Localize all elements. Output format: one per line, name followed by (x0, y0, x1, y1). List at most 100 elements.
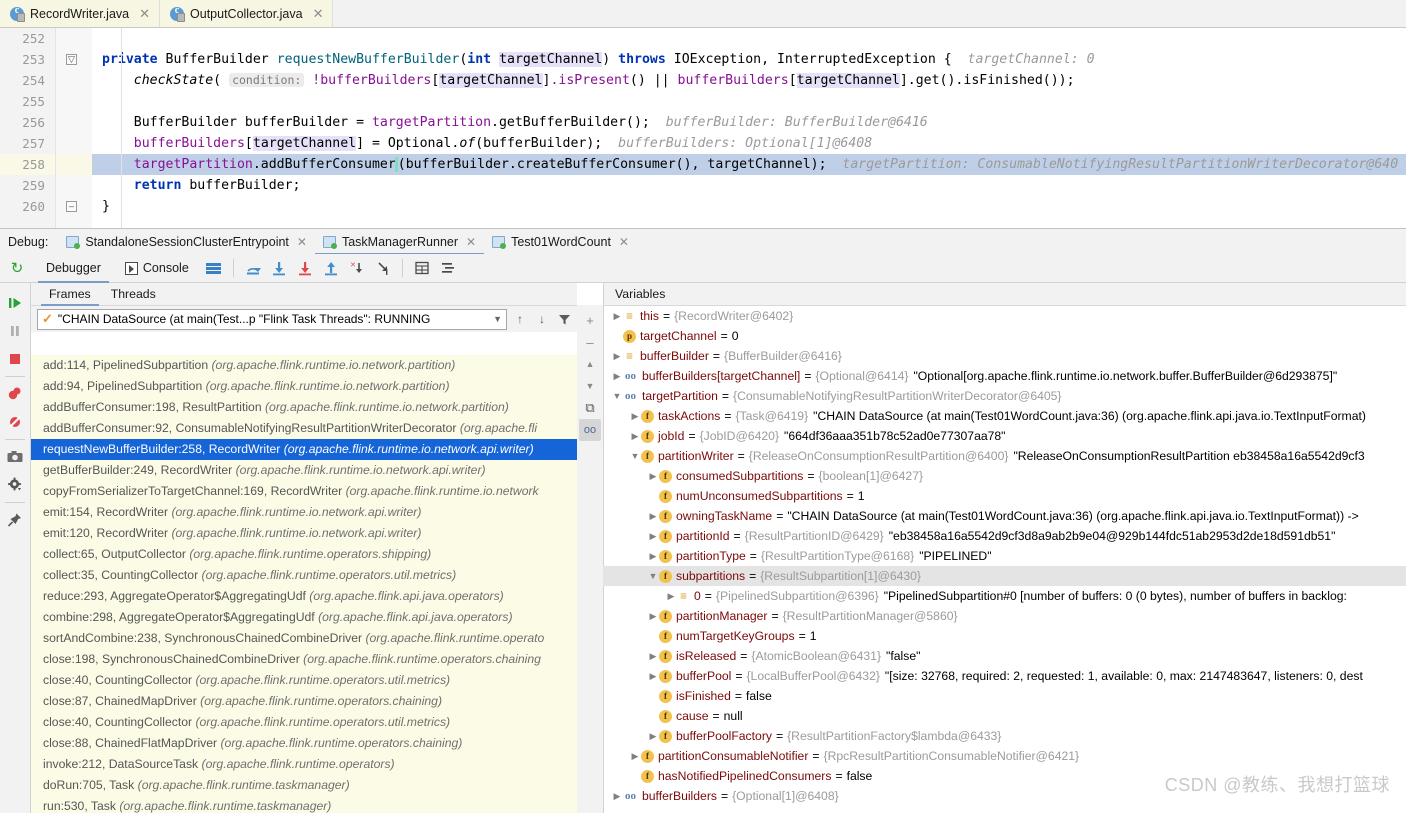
chevron-right-icon[interactable]: ▶ (629, 426, 641, 446)
variable-row-partitionid[interactable]: ▶ f partitionId = {ResultPartitionID@642… (603, 526, 1406, 546)
frame-row[interactable]: emit:120, RecordWriter (org.apache.flink… (31, 523, 577, 544)
chevron-right-icon[interactable]: ▶ (647, 506, 659, 526)
variable-row-bufferpoolfactory[interactable]: ▶ f bufferPoolFactory = {ResultPartition… (603, 726, 1406, 746)
variable-row-partitionconsumablenotifier[interactable]: ▶ f partitionConsumableNotifier = {RpcRe… (603, 746, 1406, 766)
frame-row[interactable]: close:88, ChainedFlatMapDriver (org.apac… (31, 733, 577, 754)
variable-row-isfinished[interactable]: f isFinished = false (603, 686, 1406, 706)
frame-row[interactable]: add:94, PipelinedSubpartition (org.apach… (31, 376, 577, 397)
close-icon[interactable]: ✕ (466, 235, 476, 249)
view-breakpoints-icon[interactable] (1, 380, 29, 408)
variable-row-bufferpool[interactable]: ▶ f bufferPool = {LocalBufferPool@6432} … (603, 666, 1406, 686)
pause-program-icon[interactable] (1, 317, 29, 345)
mute-breakpoints-icon[interactable] (1, 408, 29, 436)
code-text-area[interactable]: private BufferBuilder requestNewBufferBu… (92, 28, 1406, 228)
arrow-up-icon[interactable]: ↑ (511, 309, 529, 329)
call-stack-frames-list[interactable]: add:114, PipelinedSubpartition (org.apac… (31, 355, 577, 813)
evaluate-expression-icon[interactable] (409, 254, 435, 283)
chevron-right-icon[interactable]: ▶ (611, 786, 623, 806)
editor-gutter[interactable]: 252 253 254 255 256 257 258 259 260 (0, 28, 56, 228)
frame-row[interactable]: close:40, CountingCollector (org.apache.… (31, 712, 577, 733)
frame-row[interactable]: copyFromSerializerToTargetChannel:169, R… (31, 481, 577, 502)
inspect-icon[interactable]: oo (579, 419, 601, 441)
variable-row-consumedsubpartitions[interactable]: ▶ f consumedSubpartitions = {boolean[1]@… (603, 466, 1406, 486)
layout-settings-icon[interactable] (201, 254, 227, 283)
chevron-right-icon[interactable]: ▶ (647, 606, 659, 626)
chevron-right-icon[interactable]: ▶ (647, 666, 659, 686)
editor-tab-outputcollector[interactable]: OutputCollector.java ✕ (160, 0, 334, 27)
frame-row[interactable]: add:114, PipelinedSubpartition (org.apac… (31, 355, 577, 376)
run-tab-taskmanagerrunner[interactable]: TaskManagerRunner ✕ (314, 229, 485, 255)
variable-row-subpartitions[interactable]: ▼ f subpartitions = {ResultSubpartition[… (603, 566, 1406, 586)
frame-row[interactable]: reduce:293, AggregateOperator$Aggregatin… (31, 586, 577, 607)
variable-row-numtargetkeygroups[interactable]: f numTargetKeyGroups = 1 (603, 626, 1406, 646)
frame-row[interactable]: close:87, ChainedMapDriver (org.apache.f… (31, 691, 577, 712)
tab-frames[interactable]: Frames (39, 283, 101, 306)
run-tab-standalone-session-cluster-entrypoint[interactable]: StandaloneSessionClusterEntrypoint ✕ (58, 229, 315, 255)
tab-variables[interactable]: Variables (611, 287, 669, 301)
frame-row[interactable]: combine:298, AggregateOperator$Aggregati… (31, 607, 577, 628)
frame-row[interactable]: run:530, Task (org.apache.flink.runtime.… (31, 796, 577, 813)
frame-row[interactable]: getBufferBuilder:249, RecordWriter (org.… (31, 460, 577, 481)
frame-row[interactable]: invoke:212, DataSourceTask (org.apache.f… (31, 754, 577, 775)
frame-row-selected[interactable]: requestNewBufferBuilder:258, RecordWrite… (31, 439, 577, 460)
frame-row[interactable]: doRun:705, Task (org.apache.flink.runtim… (31, 775, 577, 796)
force-step-into-icon[interactable] (292, 254, 318, 283)
close-icon[interactable]: ✕ (139, 6, 150, 22)
variable-row-owningtaskname[interactable]: ▶ f owningTaskName = "CHAIN DataSource (… (603, 506, 1406, 526)
arrow-down-icon[interactable]: ↓ (533, 309, 551, 329)
close-icon[interactable]: ✕ (297, 235, 307, 249)
fold-end-icon[interactable]: – (66, 201, 77, 212)
variable-row-jobid[interactable]: ▶ f jobId = {JobID@6420} "664df36aaa351b… (603, 426, 1406, 446)
run-tab-test01wordcount[interactable]: Test01WordCount ✕ (484, 229, 637, 255)
settings-icon[interactable] (1, 471, 29, 499)
variable-row-numunconsumedsubpartitions[interactable]: f numUnconsumedSubpartitions = 1 (603, 486, 1406, 506)
drop-frame-icon[interactable]: ✕ (344, 254, 370, 283)
resume-program-icon[interactable] (1, 289, 29, 317)
variable-row-targetchannel[interactable]: p targetChannel = 0 (603, 326, 1406, 346)
step-into-icon[interactable] (266, 254, 292, 283)
variable-row-cause[interactable]: f cause = null (603, 706, 1406, 726)
frame-row[interactable]: addBufferConsumer:198, ResultPartition (… (31, 397, 577, 418)
chevron-down-icon[interactable]: ▼ (493, 314, 502, 324)
thread-selector[interactable]: ✓ "CHAIN DataSource (at main(Test...p "F… (37, 308, 507, 330)
remove-watch-icon[interactable]: – (579, 331, 601, 353)
frame-row[interactable]: close:198, SynchronousChainedCombineDriv… (31, 649, 577, 670)
variable-row-taskactions[interactable]: ▶ f taskActions = {Task@6419} "CHAIN Dat… (603, 406, 1406, 426)
step-out-icon[interactable] (318, 254, 344, 283)
chevron-right-icon[interactable]: ▶ (665, 586, 677, 606)
variable-row-this[interactable]: ▶ ≡ this = {RecordWriter@6402} (603, 306, 1406, 326)
tab-debugger[interactable]: Debugger (34, 254, 113, 283)
stop-icon[interactable] (1, 345, 29, 373)
tab-console[interactable]: Console (113, 254, 201, 283)
chevron-right-icon[interactable]: ▶ (611, 346, 623, 366)
frame-row[interactable]: collect:65, OutputCollector (org.apache.… (31, 544, 577, 565)
screenshot-icon[interactable] (1, 443, 29, 471)
pin-tab-icon[interactable] (1, 506, 29, 534)
chevron-right-icon[interactable]: ▶ (647, 546, 659, 566)
variable-row-bufferbuilder[interactable]: ▶ ≡ bufferBuilder = {BufferBuilder@6416} (603, 346, 1406, 366)
chevron-right-icon[interactable]: ▶ (647, 726, 659, 746)
variable-row-subpartition-0[interactable]: ▶ ≡ 0 = {PipelinedSubpartition@6396} "Pi… (603, 586, 1406, 606)
fold-collapse-icon[interactable]: ▽ (66, 54, 77, 65)
run-to-cursor-icon[interactable] (370, 254, 396, 283)
move-up-icon[interactable]: ▲ (579, 353, 601, 375)
variable-row-partitiontype[interactable]: ▶ f partitionType = {ResultPartitionType… (603, 546, 1406, 566)
variable-row-partitionwriter[interactable]: ▼ f partitionWriter = {ReleaseOnConsumpt… (603, 446, 1406, 466)
editor-fold-bar[interactable]: ▽ – (56, 28, 92, 228)
chevron-right-icon[interactable]: ▶ (611, 366, 623, 386)
close-icon[interactable]: ✕ (313, 6, 324, 22)
chevron-down-icon[interactable]: ▼ (647, 566, 659, 586)
chevron-right-icon[interactable]: ▶ (611, 306, 623, 326)
filter-icon[interactable] (555, 309, 573, 329)
threads-and-variables-icon[interactable] (435, 254, 461, 283)
variables-tree[interactable]: ▶ ≡ this = {RecordWriter@6402} p targetC… (603, 306, 1406, 813)
move-down-icon[interactable]: ▼ (579, 375, 601, 397)
copy-value-icon[interactable]: ⧉ (579, 397, 601, 419)
code-editor[interactable]: 252 253 254 255 256 257 258 259 260 ▽ – … (0, 28, 1406, 228)
tab-threads[interactable]: Threads (101, 283, 166, 306)
variable-row-bufferbuilders-targetchannel[interactable]: ▶ oo bufferBuilders[targetChannel] = {Op… (603, 366, 1406, 386)
close-icon[interactable]: ✕ (619, 235, 629, 249)
chevron-down-icon[interactable]: ▼ (629, 446, 641, 466)
chevron-right-icon[interactable]: ▶ (647, 646, 659, 666)
frame-row[interactable]: collect:35, CountingCollector (org.apach… (31, 565, 577, 586)
